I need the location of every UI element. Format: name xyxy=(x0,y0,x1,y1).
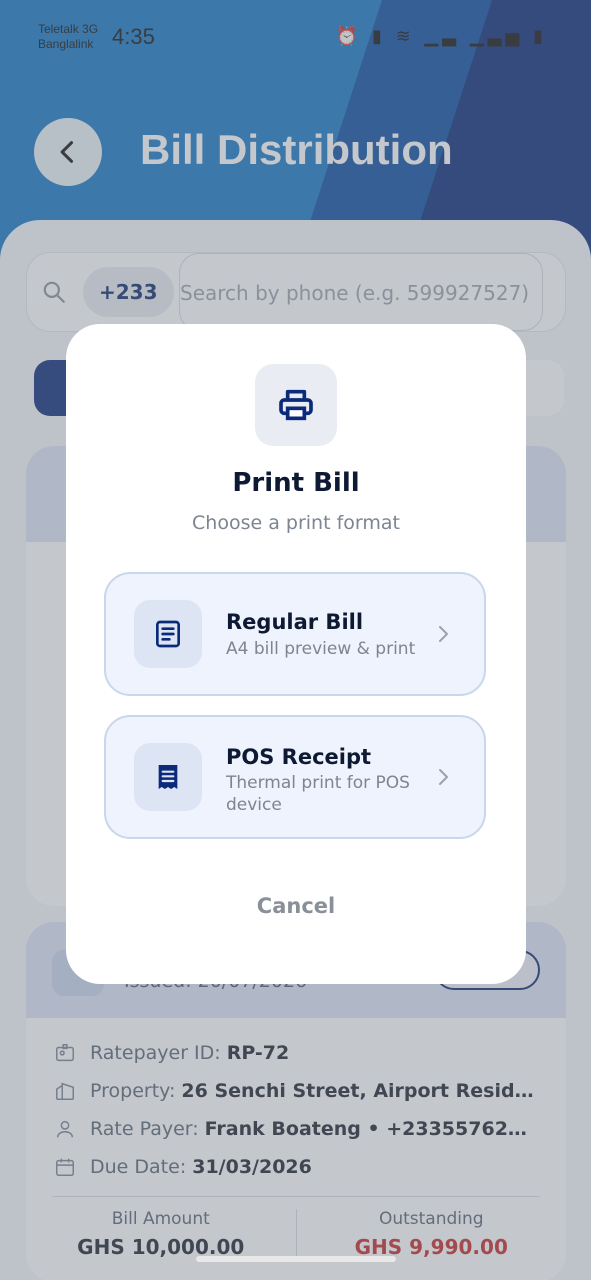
dialog-title: Print Bill xyxy=(232,468,360,498)
chevron-right-icon xyxy=(439,626,448,642)
option-description: Thermal print for POS device xyxy=(226,773,410,815)
chevron-right-icon xyxy=(439,769,448,785)
home-indicator[interactable] xyxy=(196,1256,396,1262)
option-title: POS Receipt xyxy=(226,745,372,769)
pos-receipt-option[interactable]: POS Receipt Thermal print for POS device xyxy=(104,715,486,839)
option-title: Regular Bill xyxy=(226,610,364,634)
document-icon xyxy=(134,600,202,668)
dialog-subtitle: Choose a print format xyxy=(192,512,400,534)
receipt-icon xyxy=(134,743,202,811)
cancel-button[interactable]: Cancel xyxy=(226,884,366,928)
printer-icon xyxy=(255,364,337,446)
regular-bill-option[interactable]: Regular Bill A4 bill preview & print xyxy=(104,572,486,696)
option-description: A4 bill preview & print xyxy=(226,639,416,659)
print-bill-dialog: Print Bill Choose a print format Regular… xyxy=(66,324,526,984)
